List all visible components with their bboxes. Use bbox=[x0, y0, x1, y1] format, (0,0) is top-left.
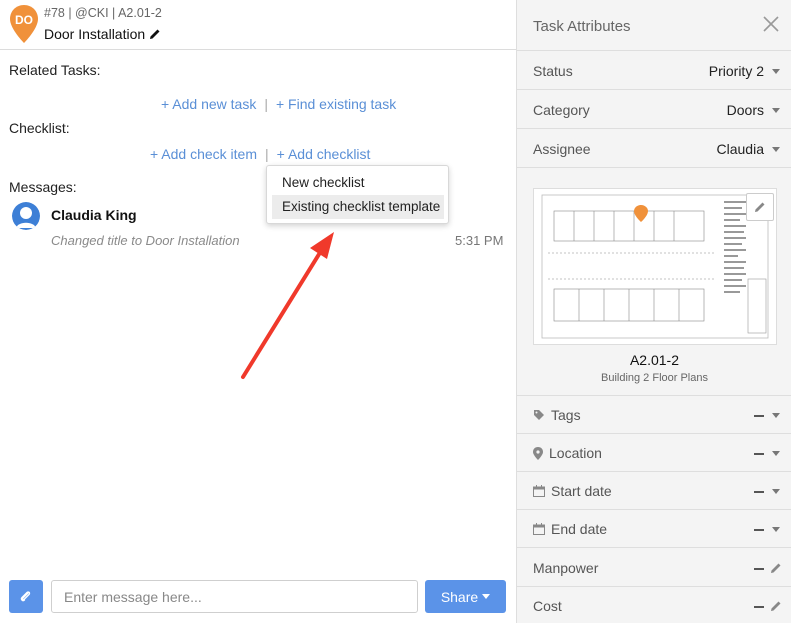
empty-dash bbox=[754, 568, 764, 570]
panel-title: Task Attributes bbox=[533, 18, 631, 35]
location-label-group: Location bbox=[533, 445, 602, 461]
assignee-value: Claudia bbox=[716, 141, 764, 157]
avatar bbox=[12, 202, 40, 230]
pencil-icon[interactable] bbox=[149, 28, 161, 40]
related-tasks-actions: + Add new task | + Find existing task bbox=[161, 96, 396, 112]
close-icon[interactable] bbox=[761, 14, 781, 34]
calendar-icon bbox=[533, 523, 545, 535]
calendar-icon bbox=[533, 485, 545, 497]
status-value: Priority 2 bbox=[708, 63, 764, 79]
floor-plan-image bbox=[541, 194, 769, 339]
cost-row[interactable]: Cost bbox=[517, 586, 791, 623]
message-text: Changed title to Door Installation bbox=[51, 233, 240, 248]
task-title-row[interactable]: Door Installation bbox=[44, 26, 161, 42]
message-composer: Share bbox=[0, 572, 516, 623]
user-avatar-icon bbox=[12, 202, 40, 230]
assignee-label: Assignee bbox=[533, 141, 591, 157]
empty-dash bbox=[754, 453, 764, 455]
annotation-arrow bbox=[241, 232, 334, 379]
tags-label-group: Tags bbox=[533, 407, 581, 423]
task-title: Door Installation bbox=[44, 26, 146, 42]
empty-dash bbox=[754, 415, 764, 417]
category-value: Doors bbox=[726, 102, 764, 118]
task-meta: #78 | @CKI | A2.01-2 bbox=[44, 6, 162, 20]
end-date-row[interactable]: End date bbox=[517, 509, 791, 547]
pencil-icon[interactable] bbox=[770, 562, 782, 574]
messages-label: Messages: bbox=[9, 179, 77, 195]
chevron-down-icon bbox=[772, 108, 780, 113]
location-label: Location bbox=[549, 445, 602, 461]
divider: | bbox=[264, 96, 268, 112]
assignee-row[interactable]: Assignee Claudia bbox=[517, 128, 791, 167]
edit-plan-button[interactable] bbox=[746, 193, 774, 221]
task-pin-icon: DO bbox=[10, 5, 38, 43]
end-date-label-group: End date bbox=[533, 521, 607, 537]
message-input[interactable] bbox=[51, 580, 418, 613]
add-new-task-link[interactable]: + Add new task bbox=[161, 96, 256, 112]
chevron-down-icon bbox=[772, 147, 780, 152]
tag-icon bbox=[534, 410, 544, 420]
status-label: Status bbox=[533, 63, 573, 79]
paperclip-icon bbox=[20, 590, 31, 601]
plan-name: A2.01-2 bbox=[629, 352, 680, 368]
chevron-down-icon bbox=[772, 451, 780, 456]
checklist-label: Checklist: bbox=[9, 120, 70, 136]
attach-button[interactable] bbox=[9, 580, 43, 613]
chevron-down-icon bbox=[772, 413, 780, 418]
checklist-actions: + Add check item | + Add checklist bbox=[150, 146, 370, 162]
pencil-icon[interactable] bbox=[770, 600, 782, 612]
tags-row[interactable]: Tags bbox=[517, 395, 791, 433]
chevron-down-icon bbox=[772, 69, 780, 74]
share-label: Share bbox=[440, 588, 479, 605]
related-tasks-label: Related Tasks: bbox=[9, 62, 101, 78]
share-button[interactable]: Share bbox=[425, 580, 506, 613]
manpower-row[interactable]: Manpower bbox=[517, 547, 791, 586]
menu-item-new-checklist[interactable]: New checklist bbox=[272, 171, 444, 195]
chevron-down-icon bbox=[772, 489, 780, 494]
add-check-item-link[interactable]: + Add check item bbox=[150, 146, 257, 162]
caret-down-icon bbox=[482, 594, 491, 599]
message-time: 5:31 PM bbox=[455, 233, 504, 248]
location-pin-icon bbox=[533, 446, 543, 460]
add-checklist-link[interactable]: + Add checklist bbox=[277, 146, 371, 162]
start-date-label-group: Start date bbox=[533, 483, 612, 499]
task-detail-pane: DO #78 | @CKI | A2.01-2 Door Installatio… bbox=[0, 0, 516, 623]
location-row[interactable]: Location bbox=[517, 433, 791, 471]
task-attributes-panel: Task Attributes Status Priority 2 Catego… bbox=[516, 0, 791, 623]
status-row[interactable]: Status Priority 2 bbox=[517, 50, 791, 89]
category-row[interactable]: Category Doors bbox=[517, 89, 791, 128]
end-date-label: End date bbox=[551, 521, 608, 537]
divider: | bbox=[265, 146, 269, 162]
pencil-icon bbox=[755, 202, 765, 212]
category-label: Category bbox=[533, 102, 590, 118]
task-header: DO #78 | @CKI | A2.01-2 Door Installatio… bbox=[0, 0, 516, 50]
chevron-down-icon bbox=[772, 527, 780, 532]
empty-dash bbox=[754, 606, 764, 608]
find-existing-task-link[interactable]: + Find existing task bbox=[276, 96, 396, 112]
plan-subtitle: Building 2 Floor Plans bbox=[600, 372, 708, 384]
plan-thumbnail[interactable] bbox=[533, 188, 777, 345]
menu-item-existing-template[interactable]: Existing checklist template bbox=[272, 195, 444, 219]
message-author: Claudia King bbox=[51, 207, 137, 223]
tags-label: Tags bbox=[551, 407, 581, 423]
manpower-label: Manpower bbox=[533, 560, 599, 576]
empty-dash bbox=[754, 529, 764, 531]
svg-text:DO: DO bbox=[15, 13, 33, 27]
start-date-label: Start date bbox=[551, 483, 612, 499]
empty-dash bbox=[754, 491, 764, 493]
start-date-row[interactable]: Start date bbox=[517, 471, 791, 509]
add-checklist-menu: New checklist Existing checklist templat… bbox=[266, 165, 449, 224]
cost-label: Cost bbox=[533, 598, 562, 614]
